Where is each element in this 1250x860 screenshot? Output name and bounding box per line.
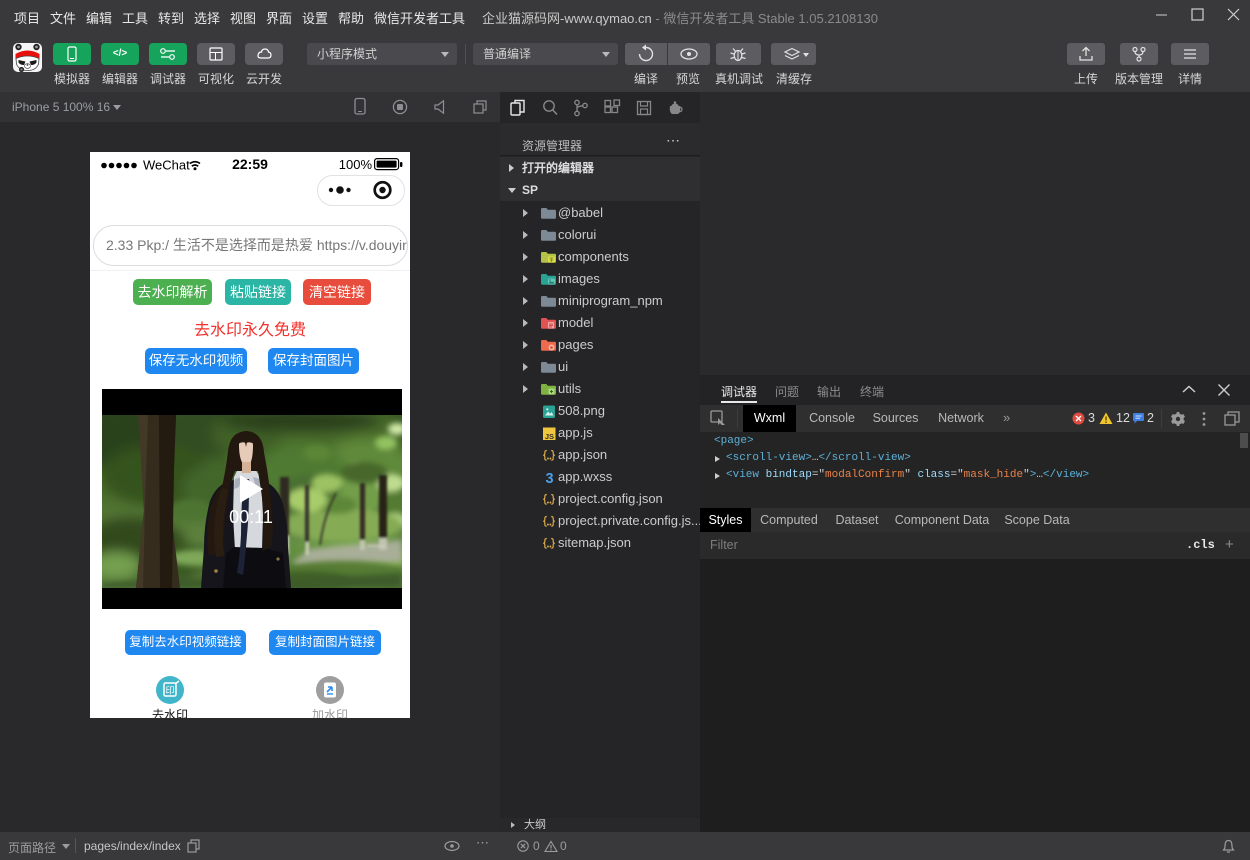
svg-text:JS: JS [545, 432, 554, 441]
svg-text:印: 印 [165, 685, 174, 696]
svg-text:WeChat: WeChat [143, 158, 190, 173]
svg-text:3: 3 [545, 471, 553, 485]
svg-text:00:11: 00:11 [229, 507, 273, 527]
